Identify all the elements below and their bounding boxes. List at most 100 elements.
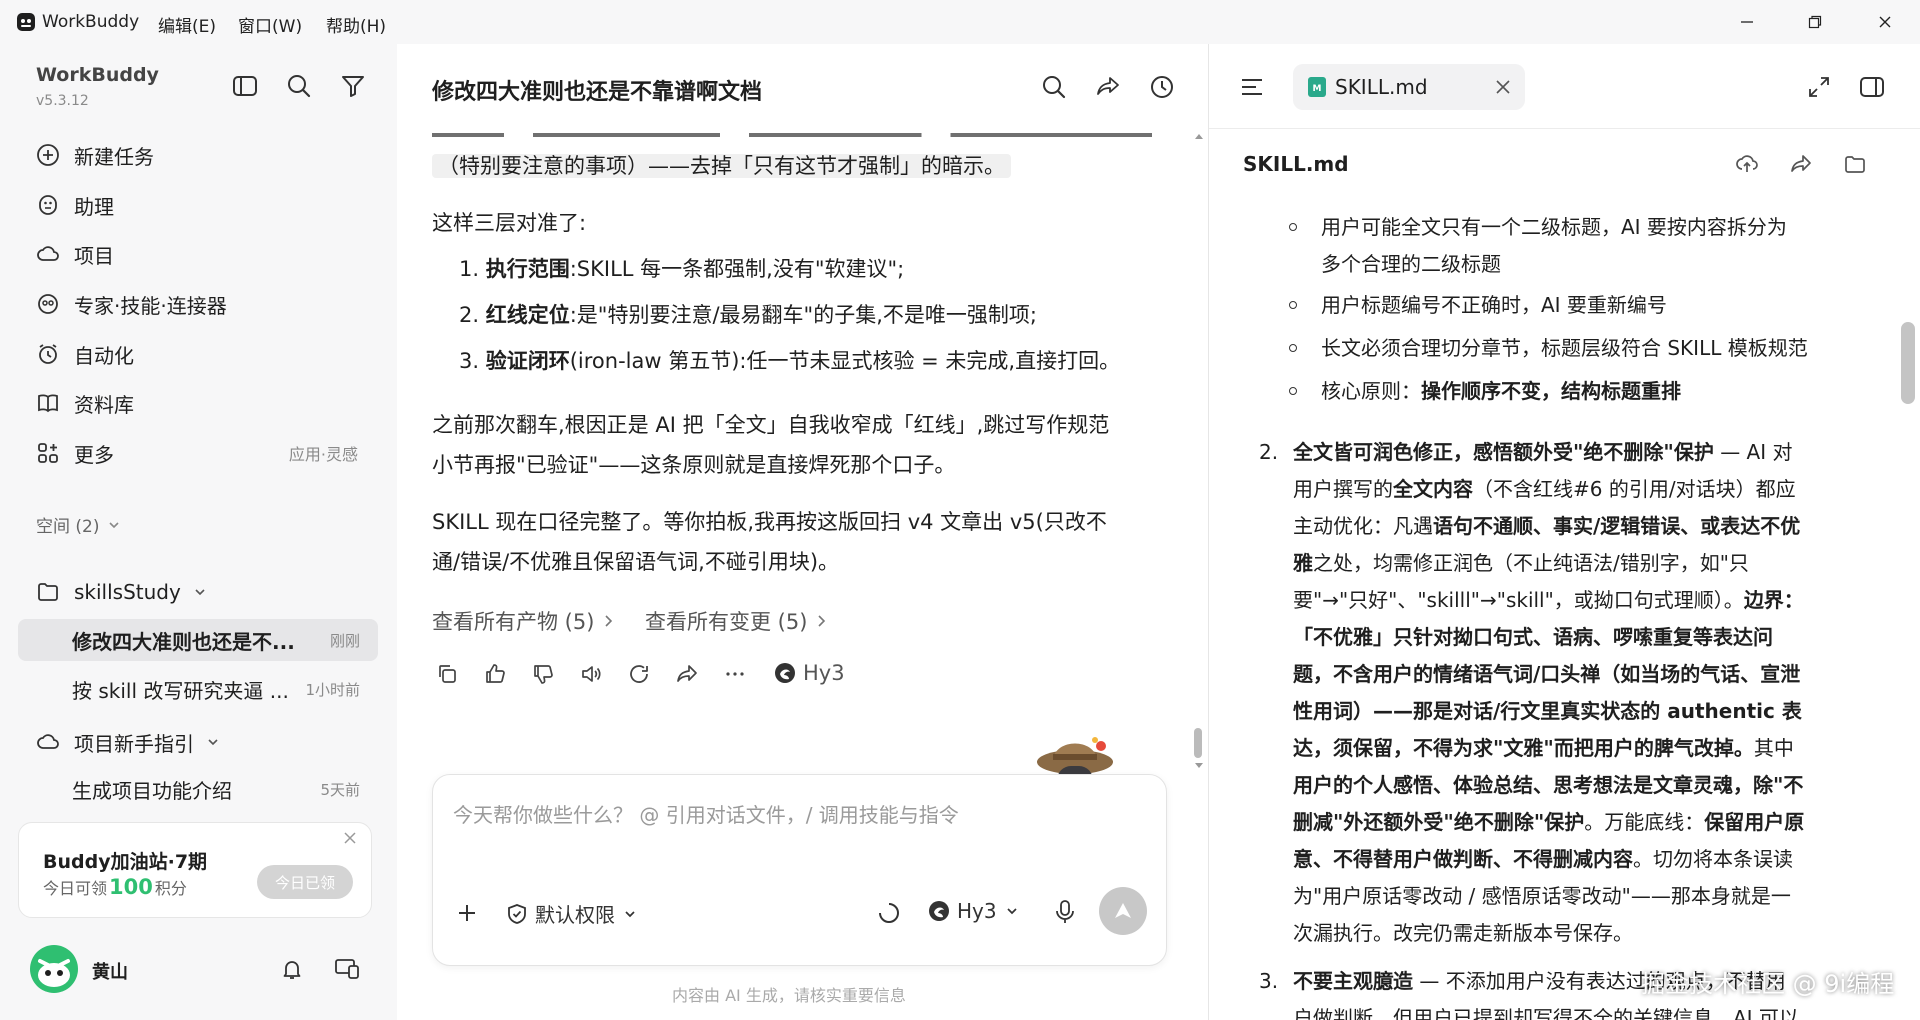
- more-icon[interactable]: [723, 662, 747, 686]
- project-guide[interactable]: 项目新手指引: [18, 720, 378, 764]
- chat-title: 按 skill 改写研究夹逼 ...: [72, 678, 289, 703]
- share-icon[interactable]: [1789, 152, 1813, 176]
- minimize-button[interactable]: [1720, 6, 1774, 38]
- bullet-prefix: 核心原则：: [1321, 379, 1421, 403]
- list-item-2-line: 用户撰写的全文内容（不含红线#6 的引用/对话块）都应: [1293, 471, 1893, 508]
- add-attachment-icon[interactable]: [455, 901, 479, 925]
- list-item-2-line: 要"→"只好"、"skilll"→"skill"，或拗口句式理顺）。边界：: [1293, 582, 1893, 619]
- search-icon[interactable]: [286, 73, 312, 99]
- nav-label: 资料库: [74, 392, 134, 417]
- close-window-button[interactable]: [1858, 6, 1912, 38]
- scroll-down-arrow-icon[interactable]: [1194, 762, 1204, 770]
- menu-help[interactable]: 帮助(H): [326, 12, 386, 37]
- bullet-text: 多个合理的二级标题: [1321, 252, 1501, 276]
- nav-label: 专家·技能·连接器: [74, 293, 227, 318]
- point-rest: (iron-law 第五节):任一节未显式核验 = 未完成,直接打回。: [569, 349, 1121, 373]
- microphone-icon[interactable]: [1053, 899, 1077, 925]
- chevron-right-icon: [817, 614, 827, 628]
- outline-icon[interactable]: [1239, 74, 1265, 100]
- view-products-link[interactable]: 查看所有产物 (5): [432, 606, 614, 636]
- shield-check-icon: [505, 902, 529, 926]
- send-button[interactable]: [1099, 887, 1147, 935]
- regenerate-icon[interactable]: [627, 662, 651, 686]
- model-select[interactable]: Hy3: [927, 899, 1019, 923]
- toggle-panel-icon[interactable]: [1859, 75, 1885, 99]
- text-segment: 次漏执行。改完仍需走新版本号保存。: [1293, 921, 1633, 945]
- list-number: 2.: [1259, 440, 1279, 464]
- nav-project[interactable]: 项目: [18, 232, 378, 276]
- scroll-up-arrow-icon[interactable]: [1194, 132, 1204, 140]
- partial-line-text: （特别要注意的事项）——去掉「只有这节才强制」的暗示。: [432, 154, 1011, 178]
- nav-automation[interactable]: 自动化: [18, 332, 378, 376]
- model-select-label: Hy3: [957, 899, 997, 923]
- chat-item[interactable]: 生成项目功能介绍 5天前: [18, 768, 378, 810]
- devices-icon[interactable]: [334, 957, 360, 981]
- close-icon[interactable]: [343, 831, 357, 845]
- text-segment: 。万能底线：: [1584, 810, 1705, 834]
- avatar[interactable]: [30, 945, 78, 993]
- share-icon[interactable]: [675, 662, 699, 686]
- nav-experts-skills[interactable]: 专家·技能·连接器: [18, 282, 378, 326]
- summary-intro: 这样三层对准了:: [432, 211, 587, 235]
- app-logo-icon: [16, 12, 36, 32]
- close-tab-icon[interactable]: [1495, 79, 1511, 95]
- thumbs-down-icon[interactable]: [531, 662, 555, 686]
- nav-label: 项目: [74, 243, 114, 268]
- list-item-2-line: 用户的个人感悟、体验总结、思考想法是文章灵魂，除"不: [1293, 767, 1893, 804]
- filter-icon[interactable]: [340, 73, 366, 99]
- space-header[interactable]: 空间 (2): [36, 512, 121, 537]
- point-number: 3.: [459, 349, 480, 373]
- plus-circle-icon: [34, 141, 62, 169]
- bell-icon[interactable]: [280, 957, 304, 981]
- menu-window[interactable]: 窗口(W): [238, 12, 302, 37]
- list-item-3-line: 户做判断。但用户已提到却写得不全的关键信息，AI 可以: [1293, 1006, 1799, 1020]
- list-item-2: 全文皆可润色修正，感悟额外受"绝不删除"保护 — AI 对用户撰写的全文内容（不…: [1293, 434, 1893, 952]
- share-icon[interactable]: [1095, 74, 1121, 100]
- nav-new-task[interactable]: 新建任务: [18, 133, 378, 177]
- user-name: 黄山: [92, 962, 128, 983]
- point-bold: 执行范围: [485, 257, 570, 281]
- folder-icon: [34, 578, 62, 606]
- bullet-marker: [1289, 301, 1297, 309]
- permission-select[interactable]: 默认权限: [505, 899, 637, 928]
- thumbs-up-icon[interactable]: [483, 662, 507, 686]
- bold-segment: 全文皆可润色修正，感悟额外受"绝不删除"保护: [1293, 440, 1714, 464]
- promo-sub-prefix: 今日可领: [43, 879, 108, 898]
- tab-skill-md[interactable]: M SKILL.md: [1293, 64, 1525, 110]
- copy-icon[interactable]: [435, 662, 459, 686]
- bold-segment: 语句不通顺、事实/逻辑错误、或表达不优: [1433, 514, 1801, 538]
- nav-more[interactable]: 更多 应用·灵感: [18, 431, 378, 475]
- nav-library[interactable]: 资料库: [18, 381, 378, 425]
- view-changes-label: 查看所有变更 (5): [645, 610, 808, 634]
- nav-more-extra: 应用·灵感: [288, 445, 358, 464]
- expand-icon[interactable]: [1807, 75, 1831, 99]
- upload-icon[interactable]: [1735, 152, 1759, 176]
- chat-item[interactable]: 按 skill 改写研究夹逼 ... 1小时前: [18, 668, 378, 710]
- cloud-project-icon: [34, 728, 62, 756]
- bold-segment: 保留用户原: [1704, 810, 1805, 834]
- promo-claimed-button[interactable]: 今日已领: [257, 865, 353, 899]
- chat-scrollbar-thumb[interactable]: [1194, 728, 1202, 758]
- folder-skillsstudy[interactable]: skillsStudy: [18, 570, 378, 614]
- chat-item-active[interactable]: 修改四大准则也还是不... 刚刚: [18, 619, 378, 661]
- history-icon[interactable]: [1149, 74, 1175, 100]
- open-folder-icon[interactable]: [1843, 152, 1867, 176]
- speaker-icon[interactable]: [579, 662, 603, 686]
- list-number: 3.: [1259, 969, 1279, 993]
- nav-assistant[interactable]: 助理: [18, 183, 378, 227]
- document-panel: M SKILL.md SKILL.md 用户可能全文只有一个二级标题，AI 要按…: [1208, 44, 1920, 1020]
- promo-card: Buddy加油站·7期 今日可领 100 积分 今日已领: [18, 822, 372, 918]
- chat-input[interactable]: 今天帮你做些什么？ @ 引用对话文件，/ 调用技能与指令: [453, 799, 959, 828]
- restore-button[interactable]: [1788, 6, 1842, 38]
- title-bar: WorkBuddy 编辑(E) 窗口(W) 帮助(H): [0, 0, 1920, 44]
- menu-edit[interactable]: 编辑(E): [158, 12, 216, 37]
- text-segment: 用户撰写的: [1293, 477, 1393, 501]
- view-changes-link[interactable]: 查看所有变更 (5): [645, 606, 827, 636]
- document-scrollbar-thumb[interactable]: [1901, 322, 1915, 404]
- chat-time: 5天前: [320, 780, 360, 799]
- search-icon[interactable]: [1041, 74, 1067, 100]
- point-number: 2.: [459, 303, 480, 327]
- text-segment: 为"用户原话零改动 / 感悟原话零改动"——那本身就是一: [1293, 884, 1791, 908]
- toggle-sidebar-icon[interactable]: [232, 74, 258, 98]
- chat-panel: 修改四大准则也还是不靠谱啊文档 （特别要注意的事项）——去掉「只有这节才强制」的…: [397, 44, 1207, 1020]
